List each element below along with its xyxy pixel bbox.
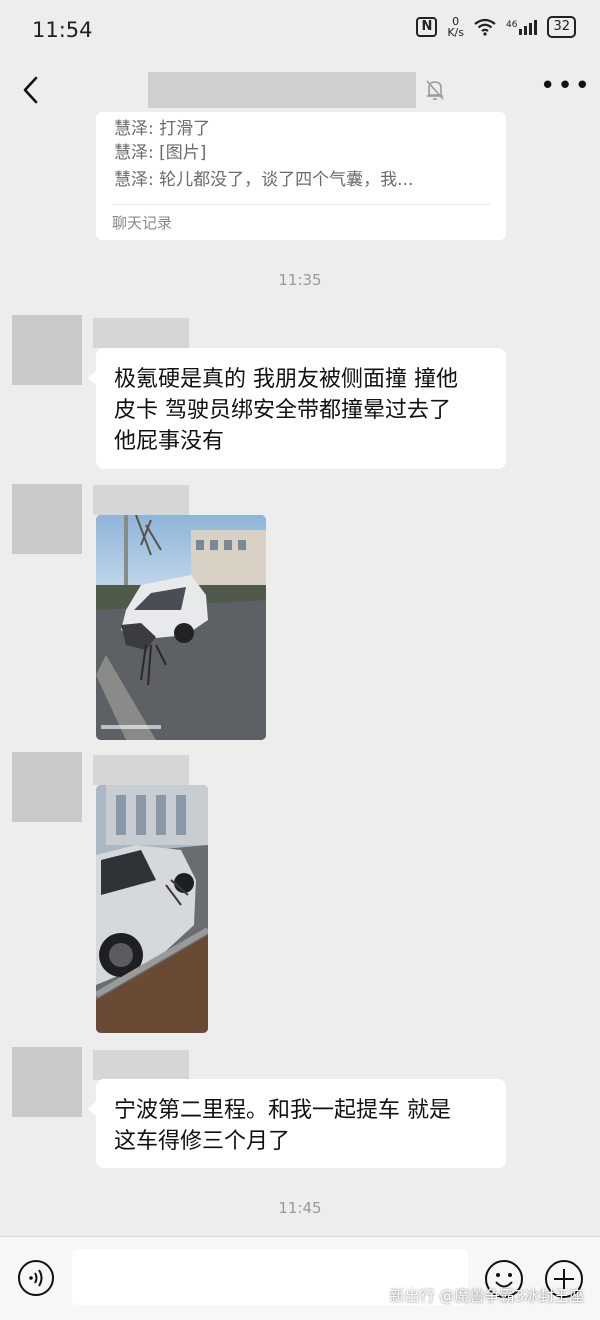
message-bubble[interactable]: 极氪硬是真的 我朋友被侧面撞 撞他 皮卡 驾驶员绑安全带都撞晕过去了 他屁事没有 (88, 348, 506, 469)
message-text-line: 极氪硬是真的 我朋友被侧面撞 撞他 (114, 367, 458, 392)
net-speed: 0 K/s (447, 16, 464, 38)
avatar[interactable] (12, 752, 82, 822)
message-text-line: 宁波第二里程。和我一起提车 就是 (114, 1098, 451, 1123)
message-text-line: 他屁事没有 (114, 429, 225, 454)
avatar[interactable] (12, 484, 82, 554)
photo-damaged-pickup[interactable] (96, 515, 266, 740)
chat-header: ••• (0, 62, 600, 118)
chat-input-bar: 新出行 @魔兽争霸3冰封王座 (0, 1236, 600, 1320)
avatar[interactable] (12, 315, 82, 385)
chat-title (148, 72, 416, 108)
back-button[interactable] (16, 70, 50, 110)
forwarded-chat-history-card[interactable]: 慧泽: 打滑了 慧泽: [图片] 慧泽: 轮儿都没了，谈了四个气囊，我... 聊… (96, 112, 506, 240)
sender-name (93, 755, 189, 785)
battery-icon: 32 (547, 16, 576, 38)
forward-line: 慧泽: 轮儿都没了，谈了四个气囊，我... (114, 170, 414, 190)
status-bar: 11:54 N 0 K/s 46 32 (0, 0, 600, 62)
photo-content (96, 515, 266, 740)
voice-icon (18, 1260, 54, 1296)
message-text-line: 这车得修三个月了 (114, 1129, 291, 1154)
status-time: 11:54 (32, 18, 93, 42)
avatar[interactable] (12, 1047, 82, 1117)
sender-name (93, 318, 189, 348)
timestamp: 11:45 (278, 1199, 322, 1217)
wifi-icon (474, 18, 496, 36)
more-button[interactable]: ••• (540, 73, 590, 106)
bubble-tail (88, 370, 97, 386)
photo-damaged-zeekr[interactable] (96, 785, 208, 1033)
voice-button[interactable] (17, 1259, 55, 1297)
chevron-left-icon (23, 76, 38, 104)
message-text-line: 皮卡 驾驶员绑安全带都撞晕过去了 (114, 398, 451, 423)
sender-name (93, 1050, 189, 1080)
photo-content (96, 785, 208, 1033)
status-icons: N 0 K/s 46 32 (416, 16, 576, 38)
signal-label: 46 (506, 19, 518, 30)
forward-card-footer: 聊天记录 (112, 214, 173, 232)
bell-muted-icon (424, 78, 446, 102)
bubble-tail (88, 1101, 97, 1117)
watermark: 新出行 @魔兽争霸3冰封王座 (389, 1287, 584, 1305)
forward-line: 慧泽: 打滑了 (114, 119, 211, 139)
nfc-icon: N (416, 17, 438, 37)
message-bubble[interactable]: 宁波第二里程。和我一起提车 就是 这车得修三个月了 (88, 1079, 506, 1168)
forward-line: 慧泽: [图片] (114, 143, 207, 163)
sender-name (93, 485, 189, 515)
signal-icon: 46 (506, 19, 538, 35)
net-speed-unit: K/s (447, 26, 464, 39)
timestamp: 11:35 (278, 271, 322, 289)
divider (112, 204, 490, 205)
